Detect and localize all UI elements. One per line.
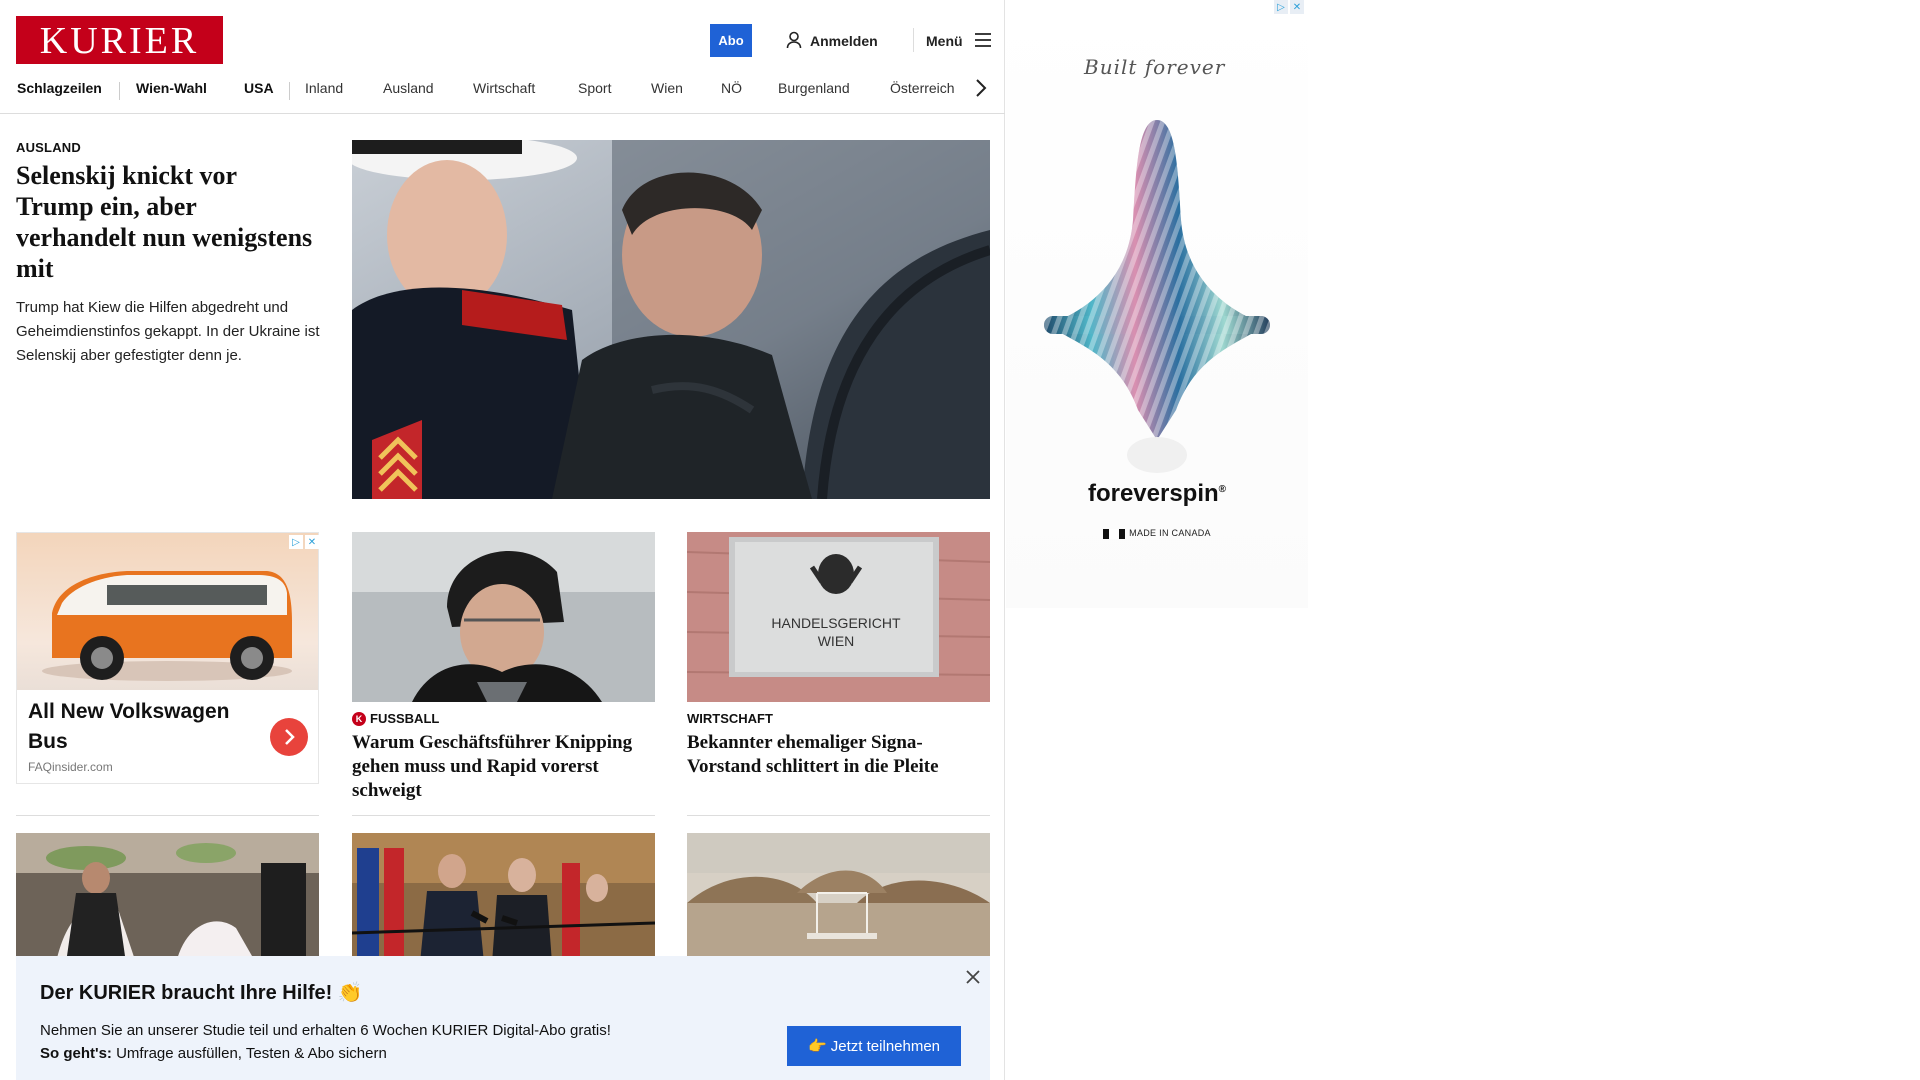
nav-item-schlagzeilen[interactable]: Schlagzeilen [17,80,102,96]
sponsored-title[interactable]: All New Volkswagen Bus [28,697,258,757]
card-image-beach[interactable] [687,833,990,963]
ad-tagline: Built forever [1084,55,1226,79]
lead-kicker: AUSLAND [16,140,81,155]
ad-brand: foreverspin® [1006,480,1308,508]
lead-teaser: Trump hat Kiew die Hilfen abgedreht und … [16,299,320,364]
menu-label: Menü [926,33,963,49]
hamburger-icon [974,32,991,50]
nav-divider [289,82,290,100]
card-image-ball[interactable] [16,833,319,963]
kurier-logo[interactable]: KURIER [16,16,223,64]
nav-item-inland[interactable]: Inland [305,80,343,96]
row-divider [687,815,990,816]
login-label: Anmelden [810,33,878,49]
adchoices-icon: ▷ [289,535,303,549]
sponsored-source: FAQinsider.com [28,760,113,774]
card-kicker-label: FUSSBALL [370,711,440,726]
row-divider [352,815,655,816]
registered-mark: ® [1218,484,1227,495]
user-icon [786,31,802,52]
card-image-knipping[interactable] [352,532,655,702]
card-kicker-fussball: K FUSSBALL [352,711,439,726]
section-nav: Schlagzeilen Wien-Wahl USA Inland Auslan… [0,72,1005,114]
chevron-right-icon[interactable] [975,78,987,103]
nav-item-usa[interactable]: USA [244,80,274,96]
nav-item-ausland[interactable]: Ausland [383,80,434,96]
made-in-label: MADE IN CANADA [1129,528,1211,538]
adchoices-badge[interactable]: ▷ ✕ [289,535,319,549]
popup-steps-label: So geht's: [40,1045,112,1062]
card-headline-knipping[interactable]: Warum Geschäftsführer Knipping gehen mus… [352,731,655,803]
side-ad-foreverspin[interactable]: ▷ ✕ Built forever foreverspin® MADE IN C… [1006,0,1308,608]
study-popup: Der KURIER braucht Ihre Hilfe! 👏 Nehmen … [16,956,990,1080]
kurier-site: KURIER Abo Anmelden Menü Schlagzeilen Wi… [0,0,1005,1080]
nav-item-wirtschaft[interactable]: Wirtschaft [473,80,535,96]
menu-button[interactable]: Menü [926,29,991,53]
nav-item-wien-wahl[interactable]: Wien-Wahl [136,80,207,96]
popup-steps-text: Umfrage ausfüllen, Testen & Abo sichern [111,1045,387,1062]
ad-brand-name: foreverspin [1087,480,1219,507]
header-divider [913,28,914,52]
card-image-handelsgericht[interactable]: HANDELSGERICHT WIEN [687,532,990,702]
nav-divider [119,82,120,100]
sign-line-2: WIEN [818,633,855,649]
nav-item-burgenland[interactable]: Burgenland [778,80,850,96]
card-kicker-wirtschaft: WIRTSCHAFT [687,711,773,726]
card-image-press[interactable] [352,833,655,963]
popup-steps: So geht's: Umfrage ausfüllen, Testen & A… [40,1045,387,1062]
join-study-button[interactable]: 👉 Jetzt teilnehmen [787,1026,961,1066]
close-icon[interactable]: ✕ [1290,0,1304,14]
close-icon [966,970,980,984]
spinning-top-graphic [1044,120,1270,473]
popup-text: Nehmen Sie an unserer Studie teil und er… [40,1022,611,1039]
lead-headline[interactable]: Selenskij knickt vor Trump ein, aber ver… [16,160,316,284]
nav-item-noe[interactable]: NÖ [721,80,742,96]
nav-item-wien[interactable]: Wien [651,80,683,96]
login-link[interactable]: Anmelden [786,29,878,53]
sponsored-arrow-button[interactable] [270,718,308,756]
close-icon[interactable]: ✕ [305,535,319,549]
adchoices-badge[interactable]: ▷ ✕ [1274,0,1304,14]
kurier-plus-icon: K [352,711,366,726]
ad-made-in: MADE IN CANADA [1006,528,1308,539]
popup-close-button[interactable] [962,966,984,988]
adchoices-icon: ▷ [1274,0,1288,14]
sponsored-card[interactable]: ▷ ✕ All New Volkswagen Bus FAQinsider.co… [16,532,319,784]
nav-item-oesterreich[interactable]: Österreich [890,80,955,96]
canada-flag-icon [1103,528,1126,539]
sign-line-1: HANDELSGERICHT [771,615,901,631]
popup-title: Der KURIER braucht Ihre Hilfe! 👏 [40,982,363,1004]
card-kicker-label: WIRTSCHAFT [687,711,773,726]
chevron-right-icon [285,729,295,745]
nav-item-sport[interactable]: Sport [578,80,611,96]
sponsored-image [17,533,318,690]
card-headline-signa[interactable]: Bekannter ehemaliger Signa-Vorstand schl… [687,731,990,779]
abo-button[interactable]: Abo [710,24,752,57]
lead-image[interactable] [352,140,990,499]
row-divider [16,815,319,816]
